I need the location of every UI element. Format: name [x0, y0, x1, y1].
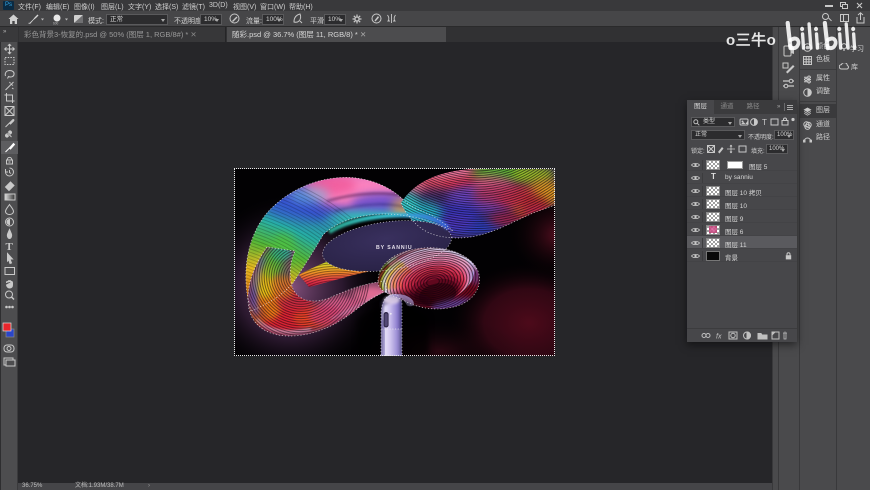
svg-text:600: 600 — [53, 22, 59, 26]
svg-text:fx: fx — [716, 334, 722, 341]
svg-text:T: T — [762, 118, 767, 127]
svg-text:T: T — [6, 241, 14, 253]
